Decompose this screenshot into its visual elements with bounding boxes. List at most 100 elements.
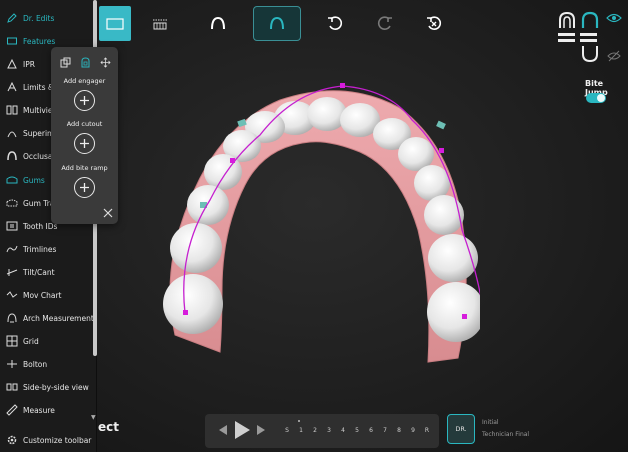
add-bite-ramp-button[interactable] (74, 177, 95, 198)
scroll-down-icon[interactable]: ▼ (91, 414, 96, 421)
plus-icon (80, 183, 89, 192)
tooth-cutout-icon (81, 56, 89, 67)
trimlines-icon (6, 243, 18, 255)
tab-cutout[interactable] (78, 55, 92, 69)
lower-arch-icon (270, 16, 284, 29)
undo-button[interactable] (325, 6, 345, 41)
sidebar-item-label: Features (23, 36, 56, 46)
ipr-icon (6, 58, 18, 70)
gear-icon (6, 434, 18, 446)
sidebar-item-label: Side-by-side view (23, 382, 89, 392)
plus-icon (80, 96, 89, 105)
legend-technician-final: Technician Final (482, 431, 530, 438)
engager-marker[interactable] (436, 120, 446, 130)
bite-jump-toggle[interactable] (586, 93, 606, 103)
sidebar-item-label: Gums (23, 175, 45, 185)
next-icon[interactable] (255, 423, 269, 437)
occlusal-icon (6, 150, 18, 162)
sidebar-item-label: Grid (23, 336, 39, 346)
arch-control-point[interactable] (183, 310, 188, 315)
reset-button[interactable] (424, 6, 444, 41)
sidebar-item-arch-measurements[interactable]: Arch Measurements (0, 308, 95, 328)
arch-control-point[interactable] (230, 158, 235, 163)
sidebar-item-label: Measure (23, 405, 55, 415)
select-tool-button[interactable] (99, 6, 131, 41)
move-arrows-icon (99, 56, 111, 68)
stage-6[interactable]: 6 (367, 427, 375, 434)
upper-arch-button[interactable] (208, 6, 228, 41)
stage-r[interactable]: R (423, 427, 431, 434)
upper-arch-icon (211, 16, 225, 29)
sidebar-item-measure[interactable]: Measure (0, 400, 95, 420)
stage-7[interactable]: 7 (381, 427, 389, 434)
features-popup: Add engager Add cutout Add bite ramp (51, 47, 118, 224)
stage-3[interactable]: 3 (325, 427, 333, 434)
lower-arch-button[interactable] (253, 6, 301, 41)
superimpose-icon (6, 127, 18, 139)
sidebar-item-mov-chart[interactable]: Mov Chart (0, 285, 95, 305)
dental-chart-button[interactable] (150, 6, 170, 41)
sidebar-item-label: Limits & (23, 82, 54, 92)
tilt-icon (6, 266, 18, 278)
redo-icon (377, 15, 392, 30)
arch-control-point[interactable] (340, 83, 345, 88)
stage-9[interactable]: 9 (409, 427, 417, 434)
sidebar-item-label: Tilt/Cant (23, 267, 55, 277)
sidebar-item-trimlines[interactable]: Trimlines (0, 239, 95, 259)
add-bite-ramp-label: Add bite ramp (61, 164, 108, 172)
sidebar-item-side-by-side[interactable]: Side-by-side view (0, 377, 95, 397)
tab-attachments[interactable] (58, 55, 72, 69)
redo-button[interactable] (375, 6, 395, 41)
eye-hidden-icon[interactable] (607, 50, 621, 62)
sidebar-item-label: Dr. Edits (23, 13, 55, 23)
stage-5[interactable]: 5 (353, 427, 361, 434)
add-engager-label: Add engager (63, 77, 106, 85)
sidebar-item-label: Bolton (23, 359, 48, 369)
add-cutout-button[interactable] (74, 133, 95, 154)
doctor-stage-button[interactable]: DR. (447, 414, 475, 444)
stage-1[interactable]: 1 (297, 427, 305, 434)
stage-8[interactable]: 8 (395, 427, 403, 434)
sidebar-item-label: IPR (23, 59, 35, 69)
lower-arch-visibility-icon[interactable] (580, 11, 600, 29)
attachment-icon (60, 57, 70, 67)
bolton-icon (6, 358, 18, 370)
sidebar-item-customize-toolbar[interactable]: Customize toolbar (0, 430, 95, 450)
upper-arch-visibility-icon[interactable] (557, 11, 577, 29)
previous-icon[interactable] (215, 423, 229, 437)
side-by-side-icon (6, 381, 18, 393)
sidebar-item-dr-edits[interactable]: Dr. Edits (0, 8, 95, 28)
gum-transparency-icon (6, 197, 18, 209)
current-stage-marker (298, 420, 300, 422)
add-cutout-label: Add cutout (66, 120, 103, 128)
features-icon (6, 35, 18, 47)
sidebar-item-tilt-cant[interactable]: Tilt/Cant (0, 262, 95, 282)
pencil-icon (6, 12, 18, 24)
select-label: ect (98, 420, 119, 434)
plus-icon (80, 139, 89, 148)
stage-s[interactable]: S (283, 427, 291, 434)
legend-initial: Initial (482, 419, 499, 426)
stage-4[interactable]: 4 (339, 427, 347, 434)
eye-icon[interactable] (606, 11, 622, 25)
close-icon[interactable] (103, 208, 113, 218)
sidebar-item-label: Arch Measurements (23, 313, 95, 323)
occlusion-lines-icon[interactable] (557, 32, 599, 44)
tab-move[interactable] (98, 55, 112, 69)
grid-icon (6, 335, 18, 347)
sidebar-item-bolton[interactable]: Bolton (0, 354, 95, 374)
lower-arch-model[interactable] (150, 80, 480, 380)
arch-control-point[interactable] (439, 148, 444, 153)
arch-icon (6, 312, 18, 324)
tooth-ids-icon (6, 220, 18, 232)
sidebar-item-grid[interactable]: Grid (0, 331, 95, 351)
stage-2[interactable]: 2 (311, 427, 319, 434)
sidebar-item-label: Trimlines (23, 244, 57, 254)
bottom-arch-icon[interactable] (580, 45, 600, 63)
arch-control-point[interactable] (462, 314, 467, 319)
chart-icon (6, 289, 18, 301)
play-icon[interactable] (233, 420, 251, 440)
sidebar-item-label: Customize toolbar (23, 435, 92, 445)
add-engager-button[interactable] (74, 90, 95, 111)
multiview-icon (6, 104, 18, 116)
